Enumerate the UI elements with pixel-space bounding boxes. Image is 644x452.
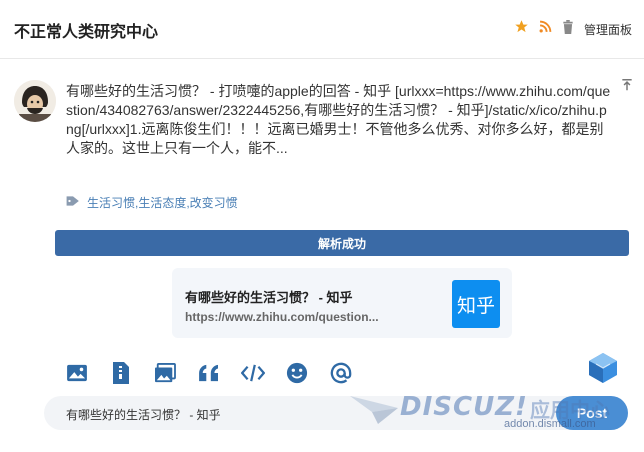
link-card-url: https://www.zhihu.com/question... xyxy=(185,310,379,324)
tag-links[interactable]: 生活习惯,生活态度,改变习惯 xyxy=(87,194,238,211)
file-icon[interactable] xyxy=(108,360,134,386)
page-title: 不正常人类研究中心 xyxy=(14,24,159,41)
code-icon[interactable] xyxy=(240,360,266,386)
share-icon[interactable] xyxy=(620,78,634,97)
star-icon[interactable] xyxy=(514,19,529,39)
theme-diamond-icon[interactable] xyxy=(588,352,618,389)
reply-input[interactable]: 有哪些好的生活习惯？ - 知乎 xyxy=(66,406,221,423)
top-actions: 管理面板 xyxy=(514,19,632,39)
avatar[interactable] xyxy=(14,80,56,122)
quote-icon[interactable] xyxy=(196,360,222,386)
top-bar: 不正常人类研究中心 管理面板 xyxy=(0,0,644,59)
post-button[interactable]: Post xyxy=(556,396,628,430)
post-content: 有哪些好的生活习惯？ - 打喷嚏的apple的回答 - 知乎 [urlxxx=h… xyxy=(66,83,611,156)
trash-icon[interactable] xyxy=(562,19,574,39)
rss-icon[interactable] xyxy=(539,20,552,38)
post-tags: 生活习惯,生活态度,改变习惯 xyxy=(66,194,238,211)
zhihu-logo: 知乎 xyxy=(452,280,500,328)
admin-panel-link[interactable]: 管理面板 xyxy=(584,21,632,38)
image-icon[interactable] xyxy=(64,360,90,386)
editor-toolbar xyxy=(64,360,372,386)
gallery-icon[interactable] xyxy=(152,360,178,386)
link-preview-card[interactable]: 有哪些好的生活习惯？ - 知乎 https://www.zhihu.com/qu… xyxy=(172,268,512,338)
reply-bar: 有哪些好的生活习惯？ - 知乎 Post xyxy=(44,396,628,430)
emoji-icon[interactable] xyxy=(284,360,310,386)
tag-icon xyxy=(66,195,80,210)
parse-status-bar: 解析成功 xyxy=(55,230,629,256)
mention-icon[interactable] xyxy=(328,360,354,386)
link-card-title: 有哪些好的生活习惯？ - 知乎 xyxy=(185,290,353,305)
